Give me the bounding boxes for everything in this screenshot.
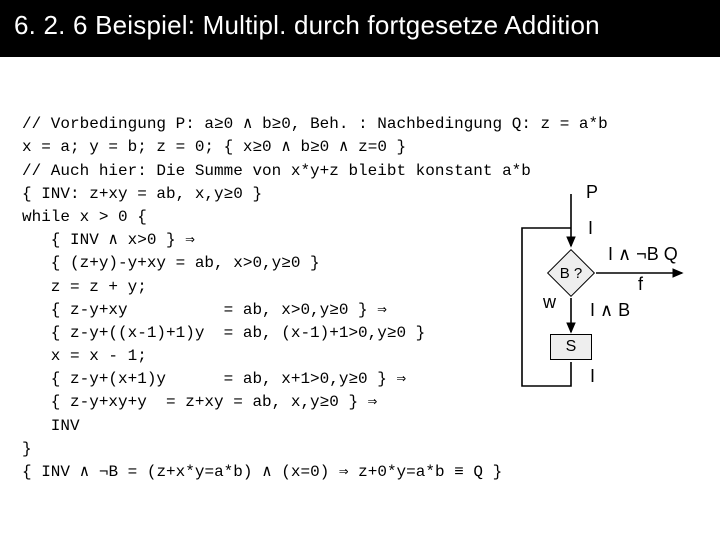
- decision-label: B ?: [548, 250, 594, 296]
- label-i-and-b: I ∧ B: [590, 300, 630, 321]
- decision-node: B ?: [548, 250, 594, 296]
- code-line: { INV: z+xy = ab, x,y≥0 }: [22, 185, 262, 203]
- code-line: x = x - 1;: [22, 347, 147, 365]
- label-p: P: [586, 182, 598, 203]
- code-line: while x > 0 {: [22, 208, 147, 226]
- code-line: x = a; y = b; z = 0; { x≥0 ∧ b≥0 ∧ z=0 }: [22, 138, 406, 156]
- code-line: { z-y+xy = ab, x>0,y≥0 } ⇒: [22, 301, 387, 319]
- code-line: { z-y+xy+y = z+xy = ab, x,y≥0 } ⇒: [22, 393, 377, 411]
- code-line: // Vorbedingung P: a≥0 ∧ b≥0, Beh. : Nac…: [22, 115, 608, 133]
- slide-body: // Vorbedingung P: a≥0 ∧ b≥0, Beh. : Nac…: [22, 90, 698, 530]
- label-i-bottom: I: [590, 366, 595, 387]
- slide: 6. 2. 6 Beispiel: Multipl. durch fortges…: [0, 0, 720, 540]
- flow-diagram: P I B ? I ∧ ¬B Q f w I ∧ B S I: [510, 188, 690, 403]
- step-node: S: [550, 334, 592, 360]
- label-f: f: [638, 274, 643, 295]
- label-q: I ∧ ¬B Q: [608, 244, 678, 265]
- code-line: { (z+y)-y+xy = ab, x>0,y≥0 }: [22, 254, 320, 272]
- code-line: INV: [22, 417, 80, 435]
- code-line: z = z + y;: [22, 278, 147, 296]
- label-i-top: I: [588, 218, 593, 239]
- page-title: 6. 2. 6 Beispiel: Multipl. durch fortges…: [0, 0, 720, 57]
- code-line: { z-y+(x+1)y = ab, x+1>0,y≥0 } ⇒: [22, 370, 406, 388]
- code-line: { z-y+((x-1)+1)y = ab, (x-1)+1>0,y≥0 }: [22, 324, 425, 342]
- code-line: // Auch hier: Die Summe von x*y+z bleibt…: [22, 162, 531, 180]
- diagram-arrows: [510, 188, 690, 403]
- code-line: }: [22, 440, 32, 458]
- code-line: { INV ∧ ¬B = (z+x*y=a*b) ∧ (x=0) ⇒ z+0*y…: [22, 463, 502, 481]
- code-line: { INV ∧ x>0 } ⇒: [22, 231, 195, 249]
- label-w: w: [543, 292, 556, 313]
